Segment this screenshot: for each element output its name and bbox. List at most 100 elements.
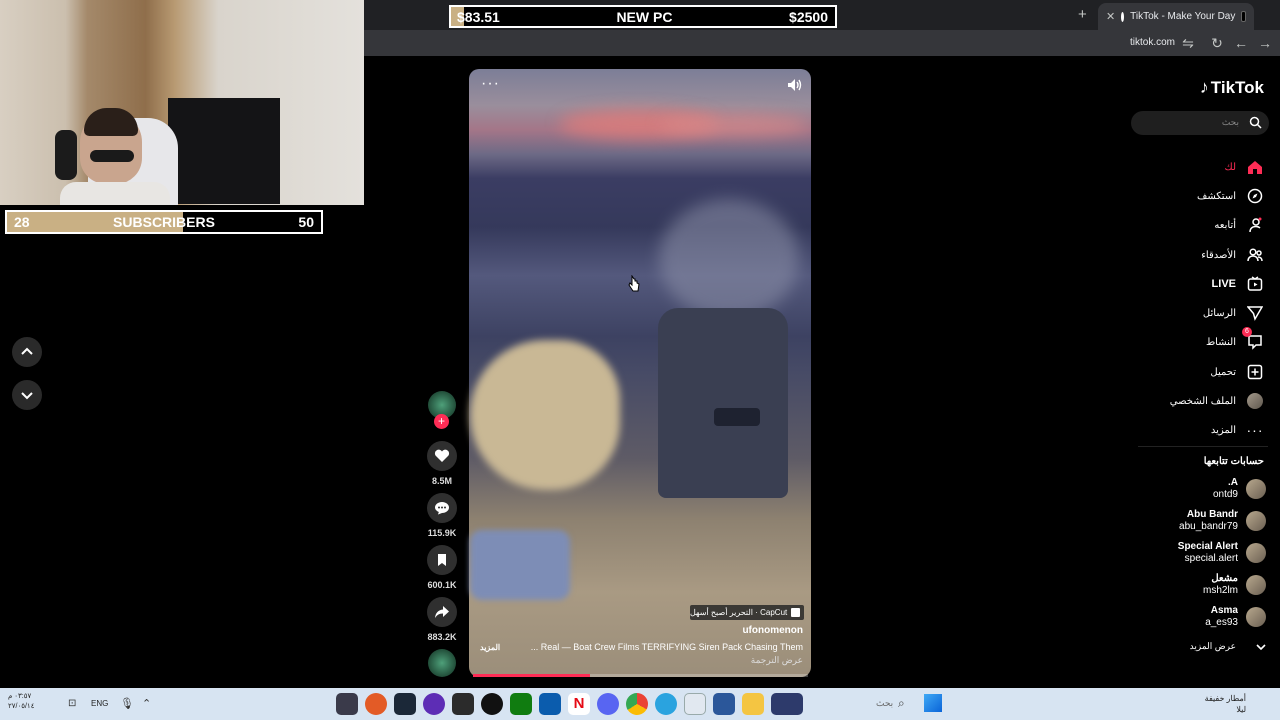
see-more-accounts[interactable]: عرض المزيد <box>1190 641 1266 652</box>
calculator-icon[interactable] <box>684 693 706 715</box>
reload-icon[interactable]: ↻ <box>1207 33 1227 53</box>
like-button[interactable] <box>427 441 457 471</box>
firefox-icon[interactable] <box>365 693 387 715</box>
weather-widget[interactable]: أمطار خفيفة ليلا <box>1205 693 1246 715</box>
netflix-icon[interactable]: N <box>568 693 590 715</box>
account-avatar <box>1246 479 1266 499</box>
sidebar-item-following[interactable]: أتابعه <box>1214 216 1264 234</box>
search-icon[interactable] <box>1249 116 1262 129</box>
share-count: 883.2K <box>427 632 457 642</box>
tiktok-logo-text: TikTok <box>1210 77 1264 97</box>
share-button[interactable] <box>427 597 457 627</box>
sidebar-item-activity[interactable]: 6 النشاط <box>1205 327 1264 351</box>
video-progress-bar[interactable] <box>473 674 808 677</box>
new-tab-button[interactable]: + <box>1078 6 1087 23</box>
store-icon[interactable] <box>539 693 561 715</box>
follow-plus-icon[interactable]: + <box>434 414 449 429</box>
wave-spray <box>659 199 799 319</box>
windows-start-icon[interactable] <box>924 694 942 712</box>
telegram-icon[interactable] <box>655 693 677 715</box>
sidebar-item-friends[interactable]: الأصدقاء <box>1201 246 1264 264</box>
account-names: Special Alert special.alert <box>1178 541 1238 565</box>
followed-account[interactable]: Abu Bandr abu_bandr79 <box>1179 509 1266 533</box>
account-display-name: مشعل <box>1211 573 1238 584</box>
tray-chevron-up-icon[interactable]: ⌃ <box>142 697 151 710</box>
game-app-icon[interactable] <box>771 693 803 715</box>
steam-icon[interactable] <box>394 693 416 715</box>
video-progress-fill <box>473 674 591 677</box>
sidebar-item-label: أتابعه <box>1214 219 1236 231</box>
taskbar-search-icon[interactable]: ⌕ <box>898 696 905 711</box>
messages-icon <box>1246 304 1264 322</box>
sidebar-item-live[interactable]: LIVE <box>1212 275 1264 293</box>
forward-icon[interactable]: → <box>1255 33 1275 53</box>
microphone-icon[interactable]: 🎙 <box>120 697 134 710</box>
video-more-options-icon[interactable]: ··· <box>481 75 500 93</box>
see-translation-link[interactable]: عرض الترجمة <box>700 655 803 666</box>
video-author[interactable]: ufonomenon <box>700 625 803 636</box>
capcut-tag[interactable]: CapCut · التحرير أصبح أسهل <box>690 605 804 620</box>
heart-icon <box>434 449 450 462</box>
chevron-up-icon <box>21 347 33 355</box>
caption-more-link[interactable]: المزيد <box>480 643 500 652</box>
tiktok-note-icon: ♪ <box>1199 77 1209 97</box>
account-display-name: Asma <box>1210 605 1238 616</box>
sound-disc-icon[interactable] <box>428 649 456 677</box>
url-text[interactable]: tiktok.com <box>1130 37 1175 48</box>
taskbar-search-label[interactable]: بحث <box>876 698 893 709</box>
sidebar-item-home[interactable]: لك <box>1225 158 1264 176</box>
followed-account[interactable]: مشعل msh2lm <box>1203 573 1266 597</box>
settings-app-icon[interactable] <box>713 693 735 715</box>
browser-tab[interactable]: ✕ TikTok - Make Your Day <box>1098 3 1254 30</box>
notification-icon[interactable]: ⊡ <box>68 698 76 709</box>
language-indicator[interactable]: ENG <box>91 699 108 708</box>
save-button[interactable] <box>427 545 457 575</box>
account-handle: abu_bandr79 <box>1179 521 1238 532</box>
tab-close-icon[interactable]: ✕ <box>1106 10 1115 23</box>
sidebar-item-compass[interactable]: استكشف <box>1197 187 1264 205</box>
account-avatar <box>1246 607 1266 627</box>
next-video-button[interactable] <box>12 380 42 410</box>
sidebar-item-label: لك <box>1224 161 1236 173</box>
capcut-label: CapCut · التحرير أصبح أسهل <box>690 608 788 617</box>
followed-account[interactable]: Special Alert special.alert <box>1178 541 1266 565</box>
xbox-icon[interactable] <box>510 693 532 715</box>
comment-button[interactable] <box>427 493 457 523</box>
clock-time: ٠٣:٥٧ م <box>8 693 32 700</box>
sidebar-item-label: المزيد <box>1210 424 1236 436</box>
chrome-icon[interactable] <box>626 693 648 715</box>
streamer-shirt <box>60 182 170 205</box>
account-names: Asma a_es93 <box>1205 605 1238 629</box>
followed-account[interactable]: A. ontd9 <box>1213 477 1266 501</box>
previous-video-button[interactable] <box>12 337 42 367</box>
following-icon <box>1246 216 1264 234</box>
site-settings-icon[interactable]: ⇋ <box>1178 33 1198 53</box>
sidebar-item-upload[interactable]: تحميل <box>1210 363 1264 381</box>
app-purple-icon[interactable] <box>423 693 445 715</box>
discord-icon[interactable] <box>597 693 619 715</box>
clock[interactable]: ٠٣:٥٧ م ٢٧/٠٥/١٤ <box>8 692 34 712</box>
followed-account[interactable]: Asma a_es93 <box>1205 605 1266 629</box>
file-explorer-icon[interactable] <box>742 693 764 715</box>
sidebar-item-label: النشاط <box>1205 336 1236 348</box>
obs-icon[interactable] <box>336 693 358 715</box>
sidebar-item-profile[interactable]: الملف الشخصي <box>1170 392 1264 410</box>
account-names: A. ontd9 <box>1213 477 1238 501</box>
search-box[interactable]: بحث <box>1131 111 1269 135</box>
account-avatar <box>1246 543 1266 563</box>
live-icon <box>1246 275 1264 293</box>
capcut-icon <box>791 608 800 617</box>
address-bar: tiktok.com ⇋ ↻ ← → <box>364 30 1280 56</box>
volume-icon[interactable] <box>787 78 803 92</box>
home-icon <box>1246 158 1264 176</box>
sidebar-item-messages[interactable]: الرسائل <box>1203 304 1264 322</box>
account-avatar <box>1246 575 1266 595</box>
chevron-down-icon <box>21 392 33 400</box>
tiktok-logo[interactable]: ♪ TikTok <box>1200 77 1264 98</box>
outboard-engine <box>658 308 788 498</box>
sidebar-item-more[interactable]: ··· المزيد <box>1211 421 1264 439</box>
back-icon[interactable]: ← <box>1231 33 1251 53</box>
github-icon[interactable] <box>481 693 503 715</box>
pc-goal-bar: $83.51 NEW PC $2500 <box>449 5 837 28</box>
terminal-icon[interactable] <box>452 693 474 715</box>
